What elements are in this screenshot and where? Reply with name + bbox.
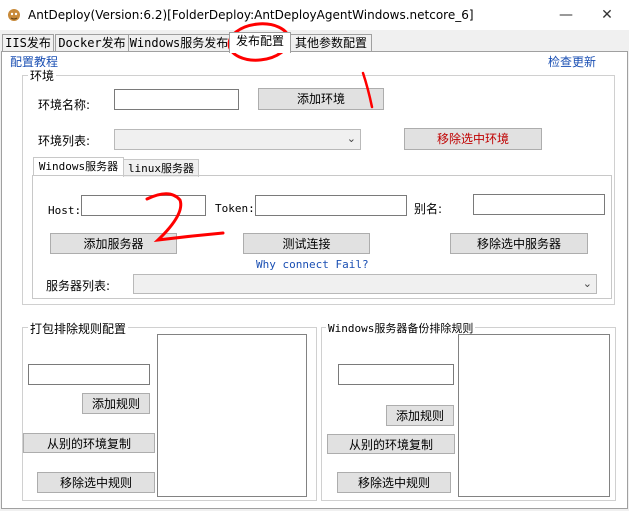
red-annotation-overlay: [145, 22, 374, 243]
tab-deploy-config[interactable]: 发布配置: [229, 32, 291, 53]
annotation-one-mark: [361, 71, 374, 109]
annotation-two-mark: [145, 192, 225, 243]
tab-windows-server[interactable]: Windows服务器: [33, 157, 124, 175]
